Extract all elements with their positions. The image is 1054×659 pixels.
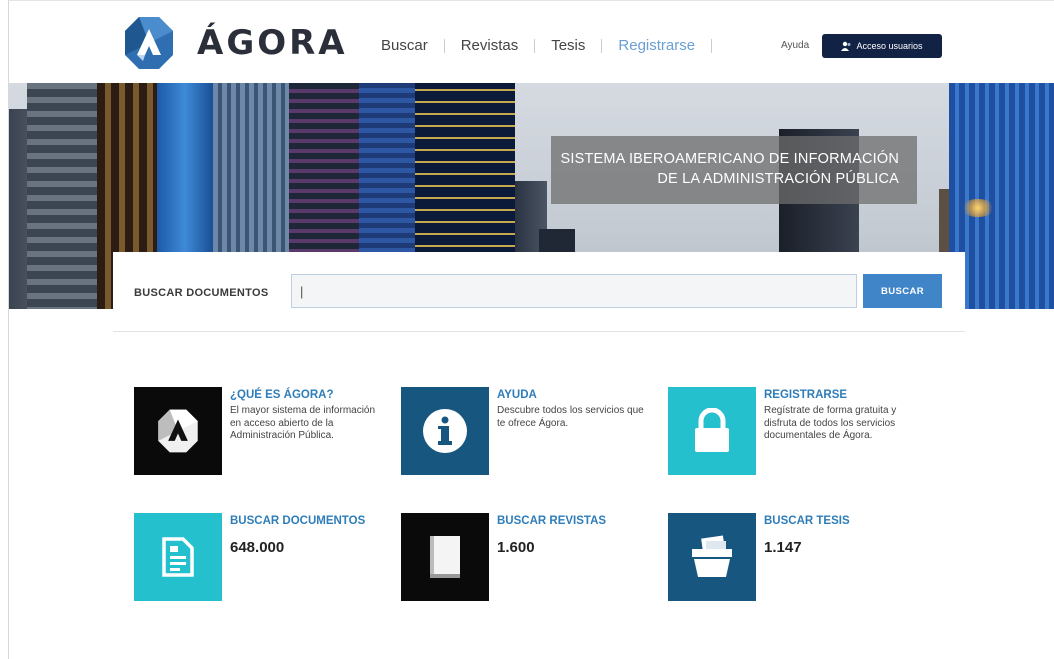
login-button[interactable]: Acceso usuarios [822, 34, 942, 58]
user-icon [841, 41, 851, 51]
nav-registrarse[interactable]: Registrarse [618, 37, 695, 54]
site-header: ÁGORA Buscar Revistas Tesis Registrarse … [9, 1, 1054, 83]
agora-logo-icon [125, 17, 173, 69]
card-title: BUSCAR REVISTAS [497, 515, 607, 527]
nav-buscar[interactable]: Buscar [381, 37, 428, 54]
tile-buscar-revistas [401, 513, 489, 601]
card-description: El mayor sistema de información en acces… [230, 405, 376, 441]
tile-buscar-tesis [668, 513, 756, 601]
card-title: ¿QUÉ ES ÁGORA? [230, 389, 334, 401]
thesis-count: 1.147 [764, 539, 802, 556]
logo-text: ÁGORA [197, 23, 348, 63]
login-label: Acceso usuarios [856, 41, 923, 51]
search-input[interactable] [291, 274, 857, 308]
magazine-count: 1.600 [497, 539, 535, 556]
search-button[interactable]: BUSCAR [863, 274, 942, 308]
lock-icon [695, 408, 729, 452]
folder-icon [692, 535, 732, 577]
info-icon [423, 409, 467, 453]
tile-registrarse [668, 387, 756, 475]
tile-que-es-agora [134, 387, 222, 475]
agora-logo-icon [158, 409, 198, 453]
card-ayuda[interactable]: AYUDA Descubre todos los servicios que t… [401, 387, 651, 477]
search-panel: BUSCAR DOCUMENTOS BUSCAR [113, 252, 965, 332]
nav-divider [711, 38, 713, 53]
card-title: REGISTRARSE [764, 389, 848, 401]
help-link[interactable]: Ayuda [781, 40, 809, 51]
document-count: 648.000 [230, 539, 285, 556]
card-title: BUSCAR TESIS [764, 515, 850, 527]
card-description: Regístrate de forma gratuita y disfruta … [764, 405, 897, 441]
hero-title-line: SISTEMA IBEROAMERICANO DE INFORMACIÓN [560, 151, 899, 167]
card-description: Descubre todos los servicios que te ofre… [497, 405, 644, 429]
page-frame: ÁGORA Buscar Revistas Tesis Registrarse … [8, 0, 1054, 659]
nav-tesis[interactable]: Tesis [551, 37, 585, 54]
tile-ayuda [401, 387, 489, 475]
nav-divider [534, 38, 536, 53]
site-logo[interactable]: ÁGORA [123, 15, 348, 71]
card-buscar-tesis[interactable]: BUSCAR TESIS 1.147 [668, 513, 918, 603]
search-label: BUSCAR DOCUMENTOS [134, 287, 269, 299]
hero-title: SISTEMA IBEROAMERICANO DE INFORMACIÓN DE… [551, 136, 917, 204]
card-registrarse[interactable]: REGISTRARSE Regístrate de forma gratuita… [668, 387, 918, 477]
hero-title-line: DE LA ADMINISTRACIÓN PÚBLICA [657, 171, 899, 187]
card-title: AYUDA [497, 389, 537, 401]
tile-buscar-documentos [134, 513, 222, 601]
magazine-icon [430, 536, 460, 578]
card-title: BUSCAR DOCUMENTOS [230, 515, 366, 527]
main-nav: Buscar Revistas Tesis Registrarse [381, 37, 728, 54]
card-buscar-revistas[interactable]: BUSCAR REVISTAS 1.600 [401, 513, 651, 603]
street-light-glow [961, 199, 995, 217]
building-graphic [27, 83, 97, 309]
nav-divider [601, 38, 603, 53]
card-que-es-agora[interactable]: ¿QUÉ ES ÁGORA? El mayor sistema de infor… [134, 387, 384, 477]
document-icon [162, 537, 194, 577]
nav-revistas[interactable]: Revistas [461, 37, 519, 54]
nav-divider [443, 38, 445, 53]
card-buscar-documentos[interactable]: BUSCAR DOCUMENTOS 648.000 [134, 513, 384, 603]
